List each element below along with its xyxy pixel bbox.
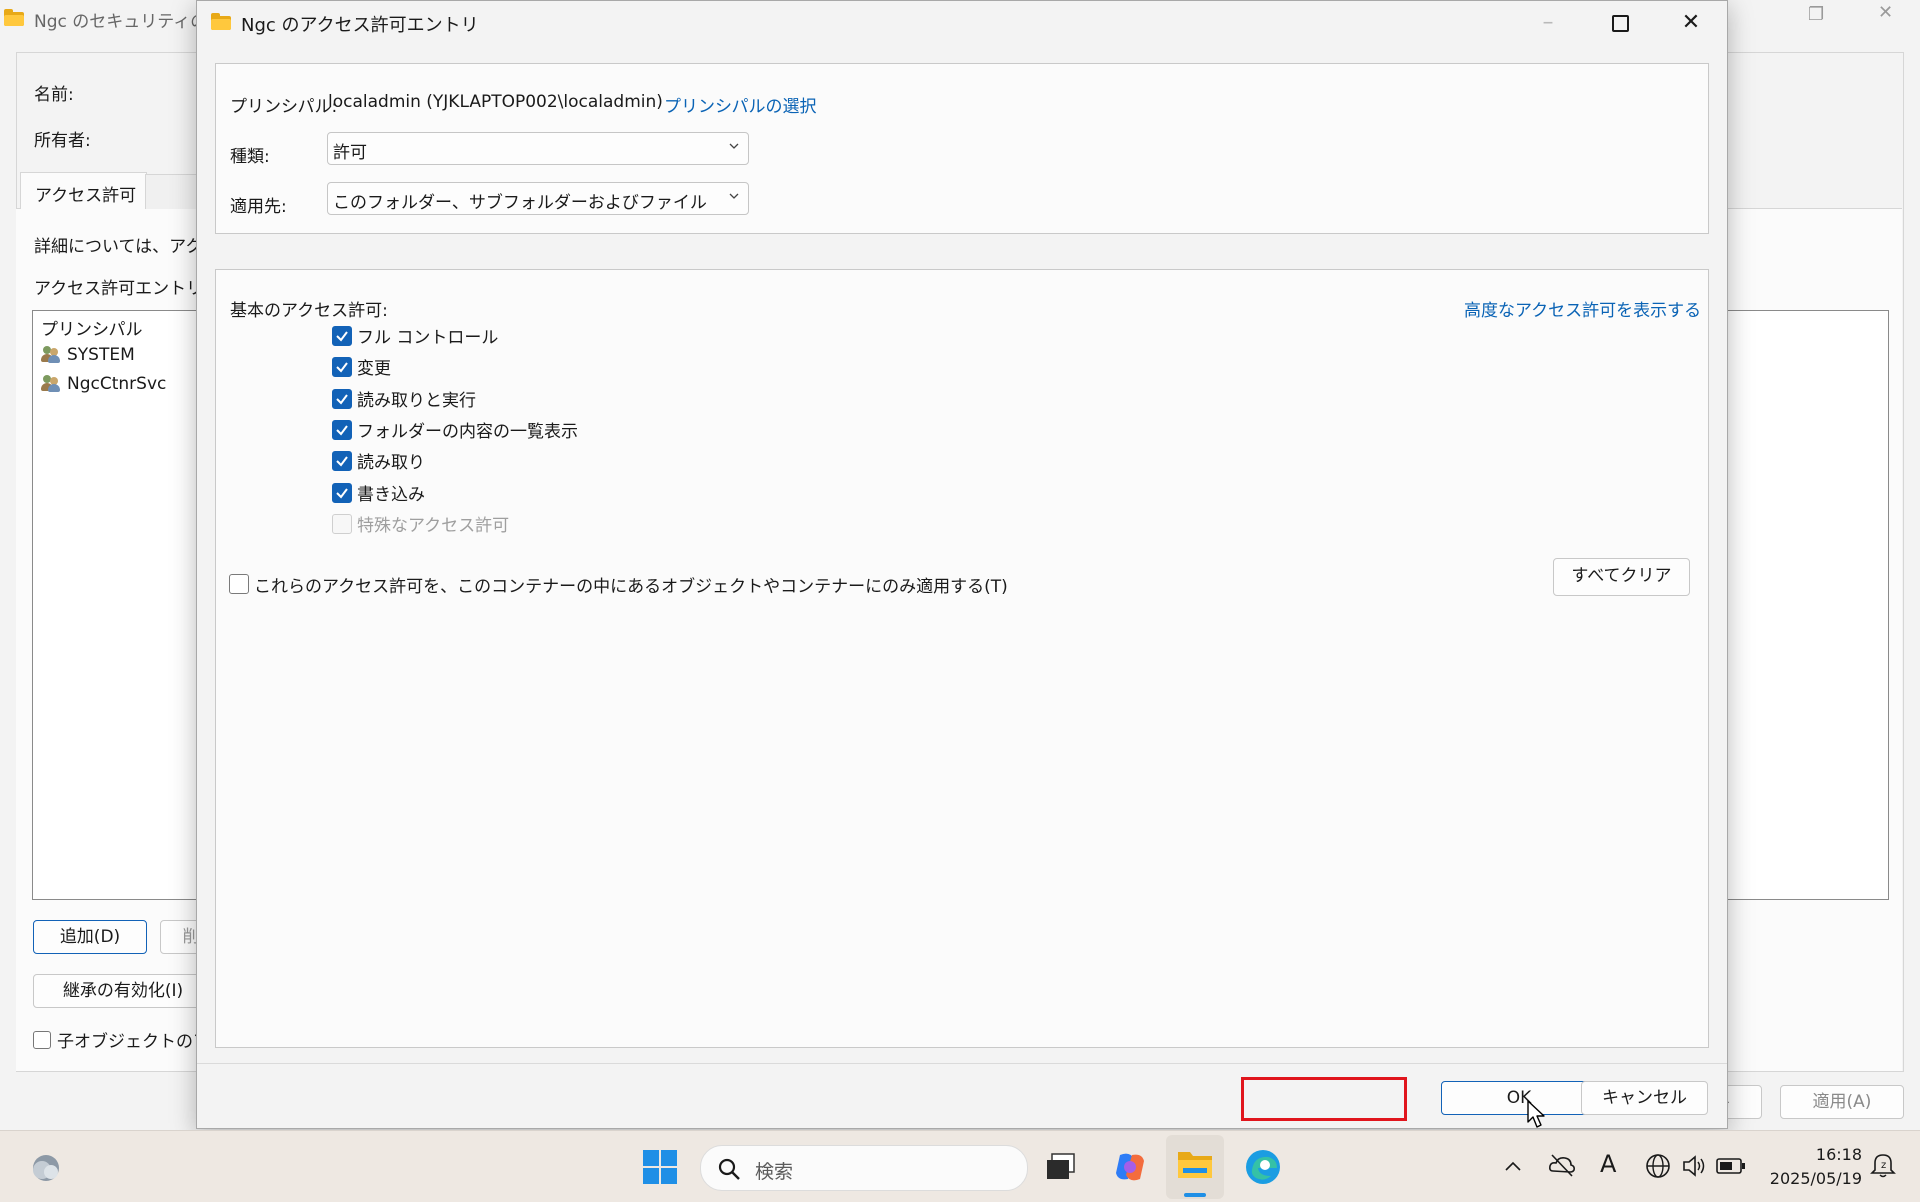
applies-to-dropdown[interactable]: このフォルダー、サブフォルダーおよびファイル bbox=[327, 182, 749, 215]
owner-label: 所有者: bbox=[34, 131, 91, 151]
permission-label: 変更 bbox=[357, 359, 391, 379]
add-button[interactable]: 追加(D) bbox=[33, 920, 147, 954]
list-header-principal[interactable]: プリンシパル bbox=[41, 315, 143, 340]
basic-permissions-label: 基本のアクセス許可: bbox=[230, 301, 388, 321]
permission-label: フル コントロール bbox=[357, 328, 499, 348]
info-text: 詳細については、アクセ bbox=[34, 237, 220, 257]
checkmark-icon bbox=[336, 488, 348, 499]
chevron-down-icon bbox=[729, 193, 739, 199]
list-item[interactable]: SYSTEM bbox=[41, 345, 135, 365]
ime-indicator[interactable]: A bbox=[1600, 1150, 1616, 1178]
mouse-cursor-icon bbox=[1527, 1100, 1545, 1128]
search-icon bbox=[718, 1158, 740, 1180]
checkmark-icon bbox=[336, 456, 348, 467]
basic-permissions-group: 基本のアクセス許可: 高度なアクセス許可を表示する フル コントロール 変更読み取… bbox=[215, 269, 1709, 1048]
clock-date[interactable]: 2025/05/19 bbox=[1764, 1169, 1862, 1188]
user-group-icon bbox=[41, 374, 61, 392]
footer-divider bbox=[197, 1063, 1727, 1064]
principal-value: localadmin (YJKLAPTOP002\localadmin) bbox=[328, 92, 663, 112]
type-label: 種類: bbox=[230, 147, 270, 167]
dialog-title: Ngc のアクセス許可エントリ bbox=[241, 15, 479, 36]
enable-inheritance-button[interactable]: 継承の有効化(I) bbox=[33, 974, 213, 1008]
applies-to-dropdown-value: このフォルダー、サブフォルダーおよびファイル bbox=[333, 193, 707, 213]
taskbar-search-box[interactable]: 検索 bbox=[700, 1145, 1028, 1191]
permission-checkbox[interactable] bbox=[332, 483, 352, 503]
permission-entry-dialog: Ngc のアクセス許可エントリ – ✕ プリンシパル: localadmin (… bbox=[196, 0, 1728, 1129]
list-item[interactable]: NgcCtnrSvc bbox=[41, 374, 166, 394]
permission-checkbox[interactable] bbox=[332, 357, 352, 377]
checkmark-icon bbox=[336, 362, 348, 373]
entries-label: アクセス許可エントリ: bbox=[34, 279, 209, 299]
ok-button-highlight bbox=[1241, 1077, 1407, 1121]
battery-icon[interactable] bbox=[1716, 1156, 1746, 1176]
clear-all-button[interactable]: すべてクリア bbox=[1553, 558, 1690, 596]
onedrive-offline-icon[interactable] bbox=[1548, 1151, 1576, 1179]
maximize-button[interactable] bbox=[1585, 1, 1655, 45]
search-placeholder: 検索 bbox=[755, 1161, 794, 1183]
name-label: 名前: bbox=[34, 85, 74, 105]
taskbar: 検索 A 16:18 2025/05/19 z bbox=[0, 1130, 1920, 1202]
svg-text:z: z bbox=[1881, 1160, 1886, 1171]
permission-label: フォルダーの内容の一覧表示 bbox=[357, 422, 578, 442]
active-indicator bbox=[1184, 1193, 1206, 1197]
principal-label: プリンシパル: bbox=[230, 97, 338, 117]
tab-permissions-label: アクセス許可 bbox=[35, 186, 137, 206]
permission-label: 読み取りと実行 bbox=[357, 391, 476, 411]
checkmark-icon bbox=[336, 394, 348, 405]
notification-bell-icon[interactable]: z bbox=[1870, 1151, 1896, 1179]
permission-label: 読み取り bbox=[357, 453, 425, 473]
permission-label: 書き込み bbox=[357, 485, 425, 505]
checkmark-icon bbox=[336, 425, 348, 436]
cancel-button[interactable]: キャンセル bbox=[1581, 1081, 1708, 1115]
type-dropdown[interactable]: 許可 bbox=[327, 132, 749, 165]
replace-child-checkbox[interactable] bbox=[33, 1031, 51, 1049]
user-group-icon bbox=[41, 345, 61, 363]
file-explorer-taskbar-button[interactable] bbox=[1166, 1135, 1224, 1199]
task-view-icon[interactable] bbox=[1046, 1153, 1076, 1181]
edge-icon[interactable] bbox=[1244, 1148, 1282, 1186]
close-icon: ✕ bbox=[1681, 10, 1701, 35]
close-button[interactable]: ✕ bbox=[1656, 1, 1726, 45]
apply-to-container-label: これらのアクセス許可を、このコンテナーの中にあるオブジェクトやコンテナーにのみ適… bbox=[254, 577, 1008, 597]
permission-checkbox bbox=[332, 514, 352, 534]
weather-cloud-icon[interactable] bbox=[30, 1151, 64, 1183]
restore-icon[interactable]: ❐ bbox=[1808, 4, 1824, 25]
principal-group: プリンシパル: localadmin (YJKLAPTOP002\localad… bbox=[215, 63, 1709, 234]
ok-button[interactable]: OK bbox=[1441, 1081, 1597, 1115]
network-globe-icon[interactable] bbox=[1645, 1153, 1671, 1179]
maximize-icon bbox=[1611, 14, 1629, 32]
permission-checkbox[interactable] bbox=[332, 389, 352, 409]
applies-to-label: 適用先: bbox=[230, 197, 287, 217]
permission-checkbox[interactable] bbox=[332, 326, 352, 346]
volume-icon[interactable] bbox=[1682, 1153, 1708, 1179]
tab-audit[interactable] bbox=[145, 174, 197, 209]
type-dropdown-value: 許可 bbox=[333, 143, 367, 163]
file-explorer-icon bbox=[1178, 1152, 1212, 1178]
chevron-down-icon bbox=[729, 143, 739, 149]
clock-time[interactable]: 16:18 bbox=[1770, 1145, 1862, 1164]
checkmark-icon bbox=[336, 331, 348, 342]
apply-to-container-checkbox[interactable] bbox=[229, 574, 249, 594]
permission-checkbox[interactable] bbox=[332, 451, 352, 471]
copilot-icon[interactable] bbox=[1112, 1149, 1148, 1185]
windows-start-icon[interactable] bbox=[642, 1149, 678, 1185]
minimize-button[interactable]: – bbox=[1513, 1, 1583, 45]
chevron-up-icon[interactable] bbox=[1504, 1159, 1522, 1173]
select-principal-link[interactable]: プリンシパルの選択 bbox=[664, 92, 817, 117]
list-item-label: NgcCtnrSvc bbox=[67, 374, 167, 394]
apply-button[interactable]: 適用(A) bbox=[1780, 1085, 1904, 1119]
list-item-label: SYSTEM bbox=[67, 345, 135, 365]
permission-label: 特殊なアクセス許可 bbox=[357, 516, 510, 536]
close-icon[interactable]: ✕ bbox=[1878, 2, 1893, 23]
tab-permissions[interactable]: アクセス許可 bbox=[20, 172, 147, 209]
permission-checkbox[interactable] bbox=[332, 420, 352, 440]
advanced-permissions-link[interactable]: 高度なアクセス許可を表示する bbox=[1464, 296, 1701, 321]
